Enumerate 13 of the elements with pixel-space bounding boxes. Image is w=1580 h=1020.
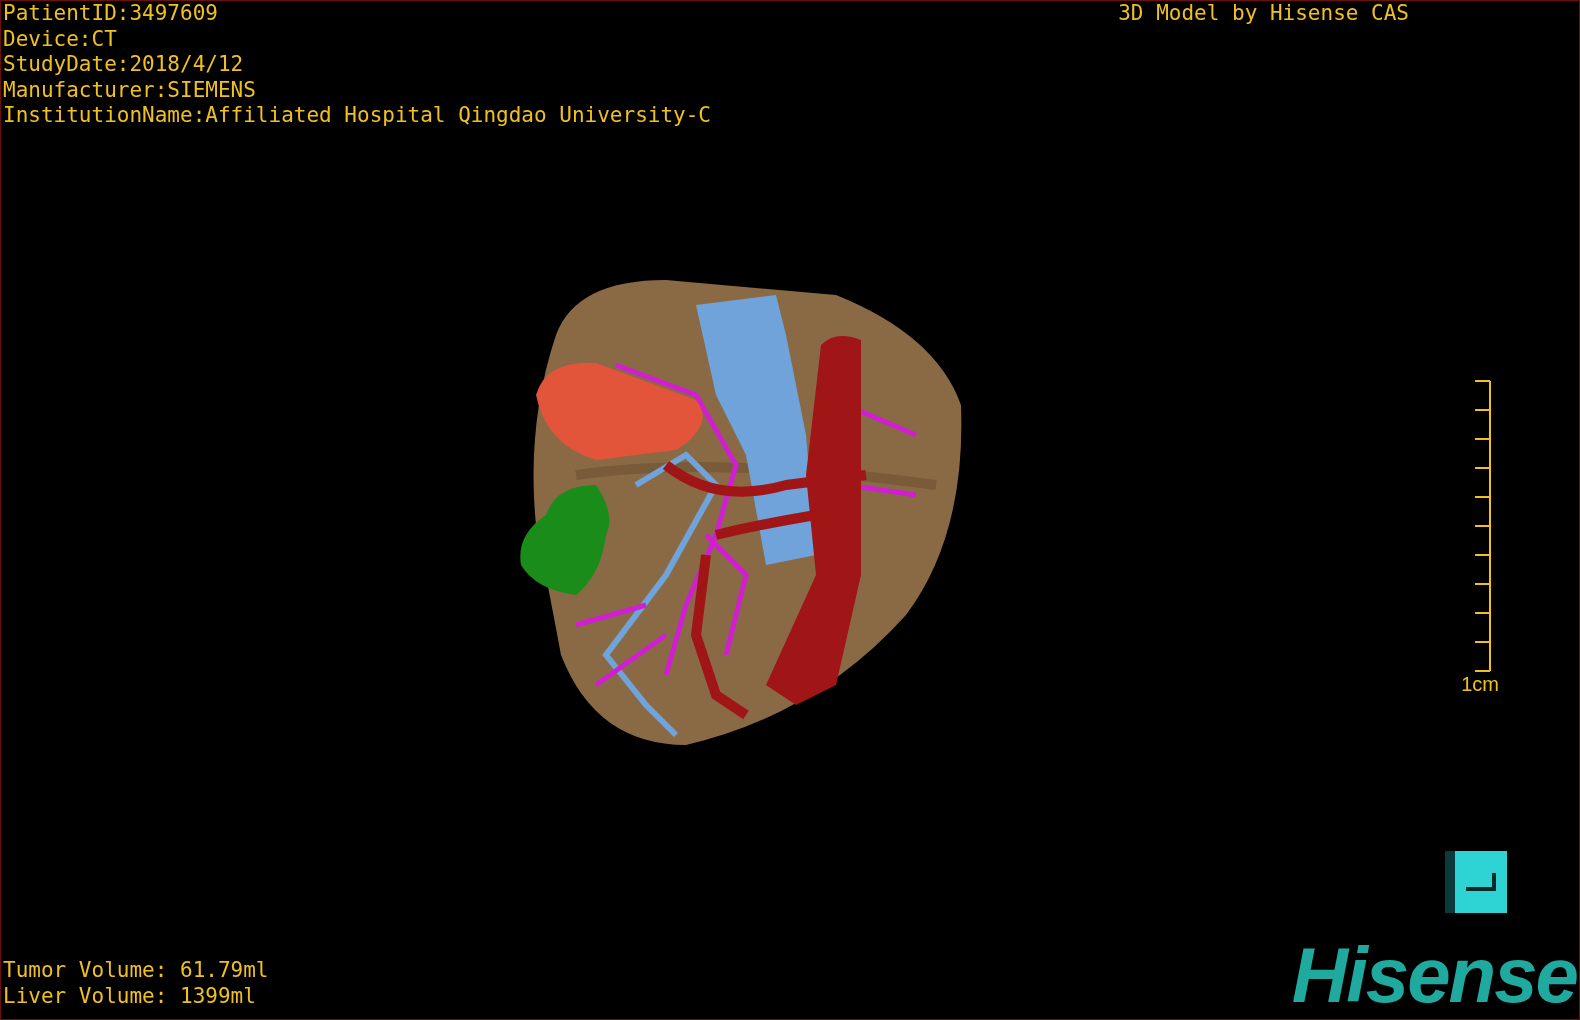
study-info-text: PatientID:3497609 bbox=[3, 1, 219, 27]
study-info-text: StudyDate:2018/4/12 bbox=[3, 52, 245, 78]
study-info-text: Manufacturer:SIEMENS bbox=[3, 77, 257, 103]
model-credit-text: 3D Model by Hisense CAS bbox=[1118, 1, 1409, 25]
brand-logo: Hisense bbox=[1291, 939, 1578, 1019]
corner-icon bbox=[1464, 871, 1498, 893]
volume-text: Tumor Volume: 61.79ml bbox=[3, 957, 269, 983]
scale-ruler-icon bbox=[1473, 379, 1493, 674]
volume-text: Liver Volume: 1399ml bbox=[3, 983, 257, 1009]
study-info-text: Device:CT bbox=[3, 26, 118, 52]
study-info-text: InstitutionName:Affiliated Hospital Qingdao University-C bbox=[3, 103, 711, 129]
scale-label: 1cm bbox=[1461, 673, 1499, 696]
corner-toggle-button[interactable] bbox=[1445, 851, 1507, 913]
